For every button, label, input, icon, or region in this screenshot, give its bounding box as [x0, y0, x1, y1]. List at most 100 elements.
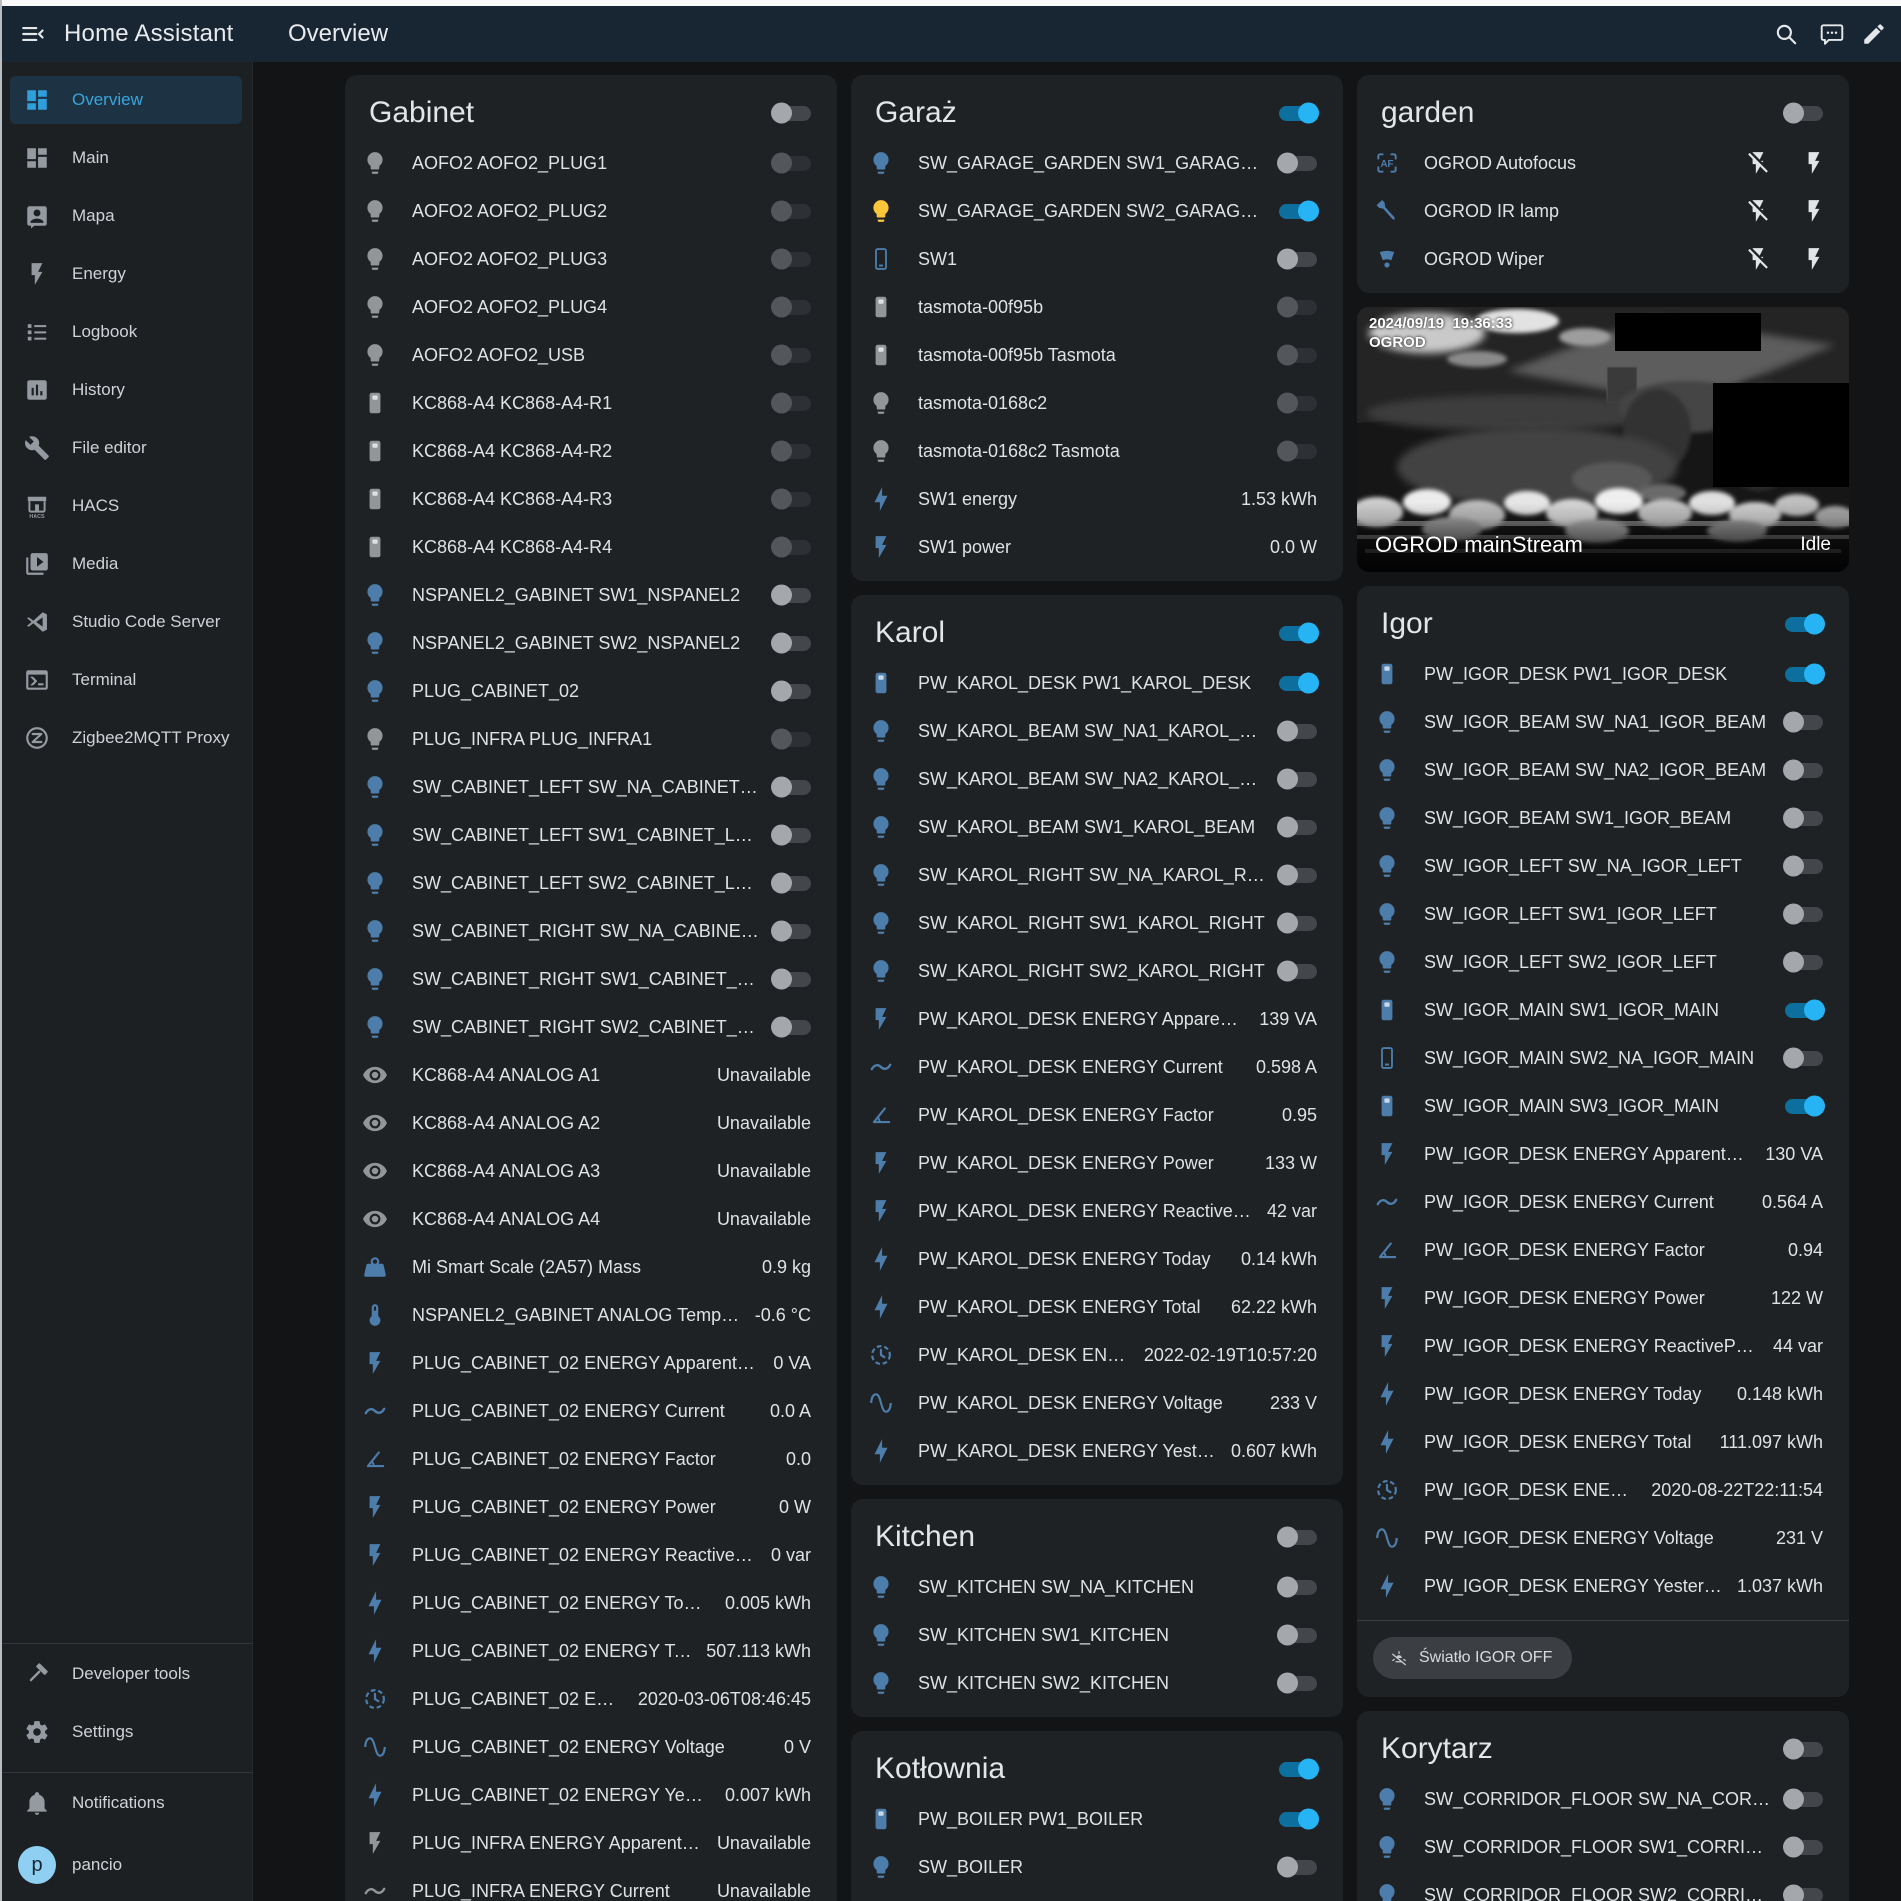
entity-toggle[interactable]: [773, 252, 811, 267]
entity-toggle[interactable]: [1785, 1840, 1823, 1855]
entity-row[interactable]: KC868-A4 KC868-A4-R4: [345, 523, 837, 571]
entity-toggle[interactable]: [773, 828, 811, 843]
search-icon[interactable]: [1773, 21, 1799, 47]
entity-toggle[interactable]: [1279, 1860, 1317, 1875]
entity-row[interactable]: tasmota-0168c2 Tasmota: [851, 427, 1343, 475]
card-toggle[interactable]: [773, 106, 811, 121]
entity-row[interactable]: PLUG_INFRA ENERGY ApparentPowerUnavailab…: [345, 1819, 837, 1867]
entity-row[interactable]: SW_IGOR_MAIN SW2_NA_IGOR_MAIN: [1357, 1034, 1849, 1082]
sidebar-item-history[interactable]: History: [10, 366, 242, 414]
entity-row[interactable]: PW_KAROL_DESK ENERGY Today0.14 kWh: [851, 1235, 1343, 1283]
entity-row[interactable]: PW_IGOR_DESK ENERGY ReactivePower44 var: [1357, 1322, 1849, 1370]
entity-row[interactable]: PW_IGOR_DESK ENERGY Power122 W: [1357, 1274, 1849, 1322]
entity-row[interactable]: tasmota-00f95b Tasmota: [851, 331, 1343, 379]
entity-row[interactable]: SW_BOILER: [851, 1843, 1343, 1891]
entity-toggle[interactable]: [773, 780, 811, 795]
entity-row[interactable]: PW_KAROL_DESK ENERGY ReactivePower42 var: [851, 1187, 1343, 1235]
entity-toggle[interactable]: [1279, 772, 1317, 787]
entity-toggle[interactable]: [773, 444, 811, 459]
entity-row[interactable]: SW_IGOR_LEFT SW2_IGOR_LEFT: [1357, 938, 1849, 986]
entity-toggle[interactable]: [773, 348, 811, 363]
sidebar-item-studio-code-server[interactable]: Studio Code Server: [10, 598, 242, 646]
entity-row[interactable]: KC868-A4 KC868-A4-R1: [345, 379, 837, 427]
entity-row[interactable]: tasmota-00f95b: [851, 283, 1343, 331]
entity-toggle[interactable]: [1279, 348, 1317, 363]
entity-toggle[interactable]: [1279, 1628, 1317, 1643]
entity-toggle[interactable]: [773, 492, 811, 507]
entity-row[interactable]: AOFO2 AOFO2_USB: [345, 331, 837, 379]
entity-row[interactable]: KC868-A4 ANALOG A1Unavailable: [345, 1051, 837, 1099]
entity-row[interactable]: PW_IGOR_DESK ENERGY Factor0.94: [1357, 1226, 1849, 1274]
entity-row[interactable]: KC868-A4 KC868-A4-R2: [345, 427, 837, 475]
entity-toggle[interactable]: [1785, 907, 1823, 922]
flash-off-button[interactable]: [1745, 198, 1771, 224]
entity-row[interactable]: PW_KAROL_DESK ENERGY Current0.598 A: [851, 1043, 1343, 1091]
entity-row[interactable]: OGROD IR lamp: [1357, 187, 1849, 235]
entity-row[interactable]: SW_CABINET_LEFT SW1_CABINET_LEFT: [345, 811, 837, 859]
flash-button[interactable]: [1801, 198, 1827, 224]
entity-toggle[interactable]: [1279, 820, 1317, 835]
sidebar-item-user[interactable]: ppancio: [10, 1837, 242, 1893]
entity-toggle[interactable]: [1785, 715, 1823, 730]
entity-row[interactable]: SW1 power0.0 W: [851, 523, 1343, 571]
entity-row[interactable]: tasmota-0168c2: [851, 379, 1343, 427]
entity-row[interactable]: KC868-A4 KC868-A4-R3: [345, 475, 837, 523]
entity-row[interactable]: SW_CABINET_LEFT SW2_CABINET_LEFT: [345, 859, 837, 907]
entity-row[interactable]: SW_CABINET_RIGHT SW_NA_CABINET_RIGHT: [345, 907, 837, 955]
entity-row[interactable]: PLUG_CABINET_02 ENERGY Today0.005 kWh: [345, 1579, 837, 1627]
entity-toggle[interactable]: [1785, 763, 1823, 778]
entity-toggle[interactable]: [1279, 916, 1317, 931]
entity-toggle[interactable]: [773, 684, 811, 699]
entity-row[interactable]: SW_IGOR_MAIN SW3_IGOR_MAIN: [1357, 1082, 1849, 1130]
entity-toggle[interactable]: [1279, 1580, 1317, 1595]
entity-row[interactable]: PLUG_CABINET_02 ENERGY ReactivePower0 va…: [345, 1531, 837, 1579]
entity-toggle[interactable]: [1279, 204, 1317, 219]
sidebar-item-terminal[interactable]: Terminal: [10, 656, 242, 704]
entity-toggle[interactable]: [1279, 1676, 1317, 1691]
entity-row[interactable]: AOFO2 AOFO2_PLUG2: [345, 187, 837, 235]
flash-button[interactable]: [1801, 150, 1827, 176]
light-igor-off-button[interactable]: Światło IGOR OFF: [1373, 1637, 1572, 1679]
entity-row[interactable]: PW_KAROL_DESK ENERGY Power133 W: [851, 1139, 1343, 1187]
menu-open-icon[interactable]: [20, 21, 46, 47]
entity-row[interactable]: AOFO2 AOFO2_PLUG1: [345, 139, 837, 187]
card-toggle[interactable]: [1785, 106, 1823, 121]
card-toggle[interactable]: [1279, 106, 1317, 121]
entity-row[interactable]: SW_CABINET_RIGHT SW1_CABINET_RIGHT: [345, 955, 837, 1003]
entity-row[interactable]: SW_KAROL_BEAM SW_NA1_KAROL_BEAM: [851, 707, 1343, 755]
entity-toggle[interactable]: [1279, 868, 1317, 883]
entity-toggle[interactable]: [1279, 396, 1317, 411]
entity-row[interactable]: PW_IGOR_DESK ENERGY Current0.564 A: [1357, 1178, 1849, 1226]
entity-row[interactable]: SW_KITCHEN SW1_KITCHEN: [851, 1611, 1343, 1659]
entity-row[interactable]: SW_IGOR_BEAM SW_NA1_IGOR_BEAM: [1357, 698, 1849, 746]
entity-toggle[interactable]: [1785, 1003, 1823, 1018]
entity-toggle[interactable]: [773, 156, 811, 171]
sidebar-item-logbook[interactable]: Logbook: [10, 308, 242, 356]
flash-button[interactable]: [1801, 246, 1827, 272]
entity-row[interactable]: SW1: [851, 235, 1343, 283]
entity-toggle[interactable]: [773, 924, 811, 939]
entity-row[interactable]: AOFO2 AOFO2_PLUG4: [345, 283, 837, 331]
entity-row[interactable]: SW_IGOR_LEFT SW1_IGOR_LEFT: [1357, 890, 1849, 938]
entity-row[interactable]: PLUG_CABINET_02 ENERGY TotalStartTime202…: [345, 1675, 837, 1723]
entity-row[interactable]: SW_IGOR_LEFT SW_NA_IGOR_LEFT: [1357, 842, 1849, 890]
entity-row[interactable]: SW_KAROL_BEAM SW_NA2_KAROL_BEAM: [851, 755, 1343, 803]
entity-toggle[interactable]: [1279, 156, 1317, 171]
camera-card[interactable]: 2024/09/19 19:36:33 OGRODOGROD mainStrea…: [1357, 307, 1849, 572]
entity-toggle[interactable]: [773, 204, 811, 219]
entity-row[interactable]: SW_CORRIDOR_FLOOR SW2_CORRIDOR_FLOOR: [1357, 1871, 1849, 1901]
entity-row[interactable]: PW_KAROL_DESK ENERGY Total62.22 kWh: [851, 1283, 1343, 1331]
entity-row[interactable]: PLUG_CABINET_02 ENERGY Factor0.0: [345, 1435, 837, 1483]
entity-row[interactable]: PLUG_INFRA PLUG_INFRA1: [345, 715, 837, 763]
entity-row[interactable]: Mi Smart Scale (2A57) Mass0.9 kg: [345, 1243, 837, 1291]
sidebar-item-file-editor[interactable]: File editor: [10, 424, 242, 472]
entity-row[interactable]: SW_CORRIDOR_FLOOR SW1_CORRIDOR_FLOOR: [1357, 1823, 1849, 1871]
entity-toggle[interactable]: [1279, 300, 1317, 315]
entity-toggle[interactable]: [1279, 676, 1317, 691]
entity-row[interactable]: PLUG_CABINET_02 ENERGY Yesterday0.007 kW…: [345, 1771, 837, 1819]
entity-toggle[interactable]: [1785, 859, 1823, 874]
entity-row[interactable]: PW_BOILER PW1_BOILER: [851, 1795, 1343, 1843]
entity-toggle[interactable]: [1279, 252, 1317, 267]
entity-row[interactable]: SW_KAROL_BEAM SW1_KAROL_BEAM: [851, 803, 1343, 851]
entity-toggle[interactable]: [1785, 667, 1823, 682]
